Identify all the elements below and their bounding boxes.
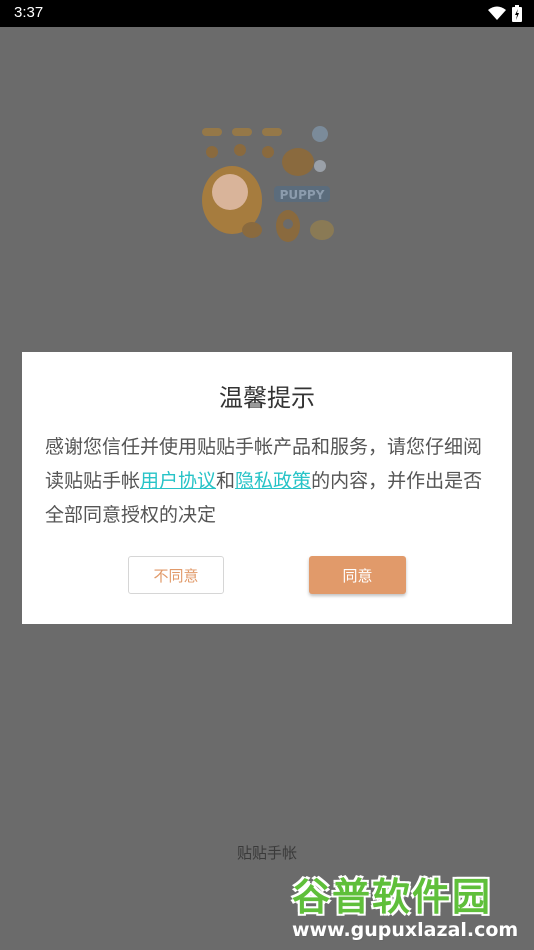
status-bar: 3:37: [0, 0, 534, 27]
app-name: 贴贴手帐: [236, 844, 297, 862]
watermark-title: 谷普软件园: [292, 875, 493, 919]
watermark: 谷普软件园 www.gupuxlazal.com: [292, 866, 530, 946]
dialog-title: 温馨提示: [219, 384, 315, 412]
agree-button[interactable]: 同意: [309, 556, 406, 594]
status-time: 3:37: [14, 4, 44, 21]
puppy-sticker-illustration: PUPPY: [202, 126, 334, 242]
body-and: 和: [216, 470, 236, 492]
privacy-policy-link[interactable]: 隐私政策: [235, 470, 311, 492]
warm-tip-dialog: 温馨提示 感谢您信任并使用贴贴手帐产品和服务，请您仔细阅读贴贴手帐用户协议和隐私…: [22, 352, 512, 624]
wifi-icon: [488, 6, 506, 20]
battery-icon: [512, 5, 522, 22]
status-icons: [488, 5, 522, 22]
watermark-url: www.gupuxlazal.com: [292, 919, 519, 941]
disagree-button[interactable]: 不同意: [128, 556, 224, 594]
user-agreement-link[interactable]: 用户协议: [140, 470, 216, 492]
puppy-art-label: PUPPY: [280, 188, 325, 202]
dialog-body: 感谢您信任并使用贴贴手帐产品和服务，请您仔细阅读贴贴手帐用户协议和隐私政策的内容…: [45, 430, 493, 532]
